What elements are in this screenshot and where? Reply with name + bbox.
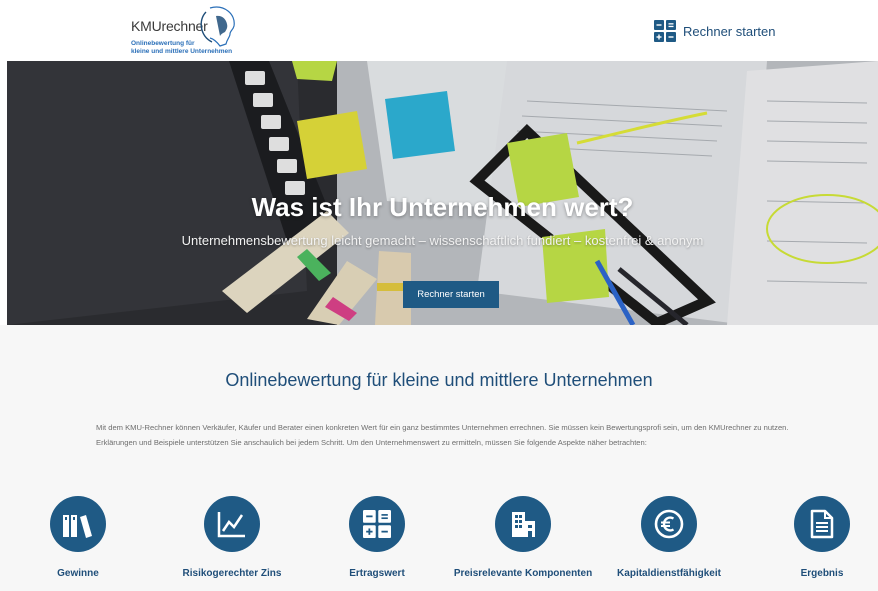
feature-label: Risikogerechter Zins [182, 568, 282, 579]
feature-list: Gewinne Risikogerechter Zins Ertragswert… [0, 496, 878, 591]
feature-circle [349, 496, 405, 552]
feature-label: Gewinne [57, 568, 99, 579]
intro-text: Mit dem KMU-Rechner können Verkäufer, Kä… [96, 423, 789, 447]
euro-icon [654, 509, 684, 539]
feature-ertragswert[interactable]: Ertragswert [302, 496, 452, 580]
hero-banner: Was ist Ihr Unternehmen wert? Unternehme… [7, 61, 878, 325]
feature-circle [204, 496, 260, 552]
hero-subtitle: Unternehmensbewertung leicht gemacht – w… [181, 233, 704, 248]
feature-label: Kapitaldienstfähigkeit [617, 568, 721, 579]
feature-circle [641, 496, 697, 552]
logo-tagline-line1: Onlinebewertung für [131, 40, 195, 47]
logo[interactable]: KMUrechner Onlinebewertung für kleine un… [128, 6, 258, 58]
feature-label: Ertragswert [349, 568, 405, 579]
site-header: KMUrechner Onlinebewertung für kleine un… [0, 0, 878, 60]
start-calculator-header-link[interactable]: Rechner starten [654, 18, 776, 44]
hero-title: Was ist Ihr Unternehmen wert? [251, 192, 634, 222]
line-chart-icon [217, 512, 245, 538]
feature-kapitaldienstfaehigkeit[interactable]: Kapitaldienstfähigkeit [594, 496, 744, 580]
logo-tagline-line2: kleine und mittlere Unternehmen [131, 48, 233, 55]
feature-ergebnis[interactable]: Ergebnis [747, 496, 878, 580]
start-calculator-header-label: Rechner starten [683, 23, 776, 39]
feature-circle [495, 496, 551, 552]
feature-preisrelevante-komponenten[interactable]: Preisrelevante Komponenten [448, 496, 598, 580]
document-icon [810, 509, 834, 539]
feature-label: Preisrelevante Komponenten [453, 568, 593, 579]
logo-face-icon [200, 6, 235, 47]
calculator-icon [654, 20, 676, 42]
start-calculator-button[interactable]: Rechner starten [403, 281, 499, 308]
feature-risikogerechter-zins[interactable]: Risikogerechter Zins [157, 496, 307, 580]
buildings-icon [512, 512, 535, 537]
feature-gewinne[interactable]: Gewinne [3, 496, 153, 580]
calculator-icon [363, 510, 391, 538]
feature-circle [50, 496, 106, 552]
intro-title: Onlinebewertung für kleine und mittlere … [225, 370, 653, 390]
feature-label: Ergebnis [800, 568, 844, 579]
books-icon [63, 515, 92, 538]
feature-circle [794, 496, 850, 552]
